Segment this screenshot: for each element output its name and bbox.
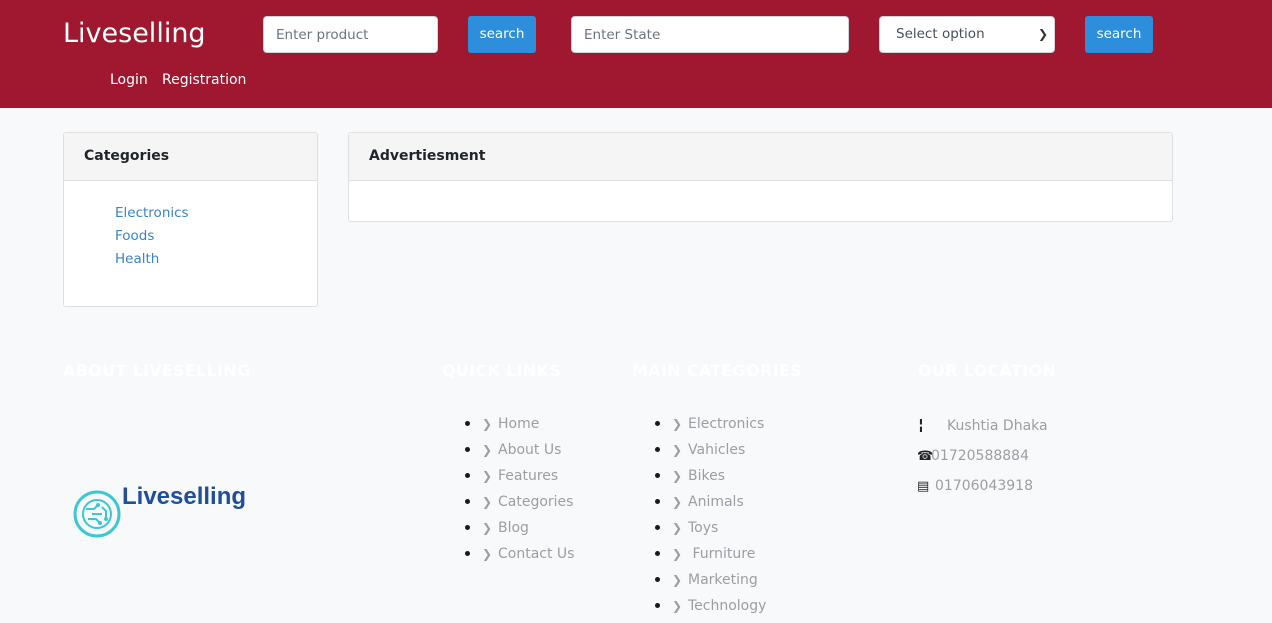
categories-card: Categories Electronics Foods Health — [63, 132, 318, 307]
categories-header: Categories — [64, 133, 317, 181]
about-title: ABOUT LIVESELLING — [63, 361, 251, 380]
state-search-button[interactable]: search — [1085, 16, 1153, 53]
chevron-right-icon: ❯ — [482, 469, 493, 483]
location-title: OUR LOCATION — [918, 361, 1057, 380]
login-link[interactable]: Login — [110, 71, 148, 89]
fax-text: 01706043918 — [935, 478, 1033, 494]
chevron-right-icon: ❯ — [482, 547, 493, 561]
circuit-logo-icon — [73, 490, 121, 538]
option-select-value: Select option — [896, 26, 985, 42]
category-link-foods[interactable]: Foods — [115, 227, 154, 245]
signpost-icon: ╏ — [917, 419, 925, 434]
top-navbar: Liveselling search Select option ❯ searc… — [0, 0, 1272, 108]
registration-link[interactable]: Registration — [162, 71, 246, 89]
address-text: Kushtia Dhaka — [947, 418, 1048, 434]
phone-line: ☎01720588884 — [917, 446, 1029, 467]
chevron-right-icon: ❯ — [672, 417, 683, 431]
address-line: ╏ Kushtia Dhaka — [917, 416, 1048, 437]
option-select[interactable]: Select option ❯ — [879, 16, 1055, 53]
brand-title[interactable]: Liveselling — [63, 17, 206, 51]
chevron-right-icon: ❯ — [672, 443, 683, 457]
chevron-right-icon: ❯ — [672, 495, 683, 509]
product-search-input[interactable] — [263, 16, 438, 53]
category-link-electronics[interactable]: Electronics — [115, 204, 189, 222]
chevron-right-icon: ❯ — [672, 573, 683, 587]
chevron-right-icon: ❯ — [672, 547, 683, 561]
chevron-right-icon: ❯ — [482, 521, 493, 535]
phone-text: 01720588884 — [931, 448, 1029, 464]
advertisement-header: Advertiesment — [349, 133, 1172, 181]
chevron-right-icon: ❯ — [482, 417, 493, 431]
logo-text: Liveselling — [122, 483, 247, 510]
state-input[interactable] — [571, 16, 849, 53]
chevron-right-icon: ❯ — [672, 599, 683, 613]
category-link-health[interactable]: Health — [115, 250, 159, 268]
chevron-right-icon: ❯ — [482, 495, 493, 509]
quick-links-title: QUICK LINKS — [442, 361, 562, 380]
main-categories-title: MAIN CATEGORIES — [632, 361, 802, 380]
chevron-right-icon: ❯ — [482, 443, 493, 457]
fax-icon: ▤ — [917, 479, 930, 494]
chevron-right-icon: ❯ — [672, 521, 683, 535]
product-search-button[interactable]: search — [468, 16, 536, 53]
chevron-down-icon: ❯ — [1037, 27, 1048, 41]
advertisement-card: Advertiesment — [348, 132, 1173, 222]
liveselling-logo: Liveselling — [72, 482, 262, 540]
phone-icon: ☎ — [917, 449, 934, 464]
fax-line: ▤ 01706043918 — [917, 476, 1033, 497]
chevron-right-icon: ❯ — [672, 469, 683, 483]
